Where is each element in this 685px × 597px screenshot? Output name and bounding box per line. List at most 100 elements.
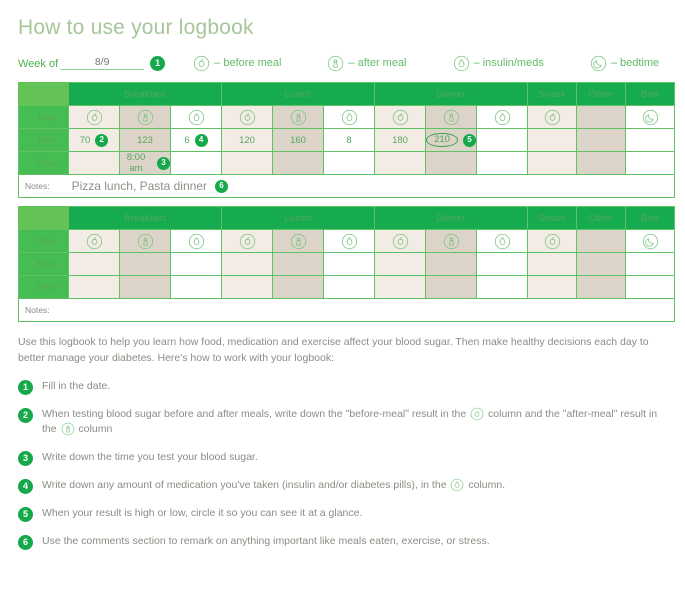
time-cell-1[interactable]: 8:00 am 3 xyxy=(119,151,171,176)
bedtime-icon xyxy=(590,55,607,72)
column-header-bed: Bed xyxy=(625,206,675,231)
time-cell-9[interactable] xyxy=(527,275,577,300)
table-time-row: Time xyxy=(18,275,675,300)
mon-cell-11[interactable] xyxy=(625,252,675,277)
time-cell-3[interactable] xyxy=(221,275,273,300)
mon-cell-1[interactable] xyxy=(119,252,171,277)
time-cell-7[interactable] xyxy=(425,151,477,176)
legend-item-before-meal: – before meal xyxy=(193,55,281,72)
after-meal-icon xyxy=(327,55,344,72)
step-badge-6: 6 xyxy=(18,535,33,551)
time-cell-4[interactable] xyxy=(272,275,324,300)
bedtime-icon xyxy=(642,233,658,249)
icon-cell-4 xyxy=(272,229,324,254)
week-of-input[interactable]: 8/9 xyxy=(60,56,145,71)
mon-cell-10[interactable] xyxy=(576,252,626,277)
mon-cell-5[interactable]: 8 xyxy=(323,128,375,153)
reading-value: 160 xyxy=(290,134,306,146)
mon-cell-3[interactable]: 120 xyxy=(221,128,273,153)
time-cell-11[interactable] xyxy=(625,151,675,176)
time-cell-8[interactable] xyxy=(476,275,528,300)
mon-cell-7[interactable]: 210 5 xyxy=(425,128,477,153)
after-meal-icon xyxy=(290,233,306,249)
callout-badge-1: 1 xyxy=(150,55,166,71)
step-5: 5 When your result is high or low, circle… xyxy=(18,506,667,523)
time-cell-7[interactable] xyxy=(425,275,477,300)
time-cell-10[interactable] xyxy=(576,275,626,300)
mon-cell-4[interactable] xyxy=(272,252,324,277)
time-cell-0[interactable] xyxy=(68,275,120,300)
time-cell-10[interactable] xyxy=(576,151,626,176)
icon-cell-8 xyxy=(476,229,528,254)
mon-cell-10[interactable] xyxy=(576,128,626,153)
time-cell-6[interactable] xyxy=(374,151,426,176)
mon-cell-11[interactable] xyxy=(625,128,675,153)
mon-cell-0[interactable]: 70 2 xyxy=(68,128,120,153)
time-cell-1[interactable] xyxy=(119,275,171,300)
time-cell-11[interactable] xyxy=(625,275,675,300)
time-cell-0[interactable] xyxy=(68,151,120,176)
mon-cell-3[interactable] xyxy=(221,252,273,277)
mon-cell-9[interactable] xyxy=(527,252,577,277)
meal-header-lunch: Lunch xyxy=(221,82,375,107)
empty-table: Breakfast Lunch Dinner Snack Other Bed Day Mon T… xyxy=(18,206,675,323)
time-cell-2[interactable] xyxy=(170,275,222,300)
icon-cell-7 xyxy=(425,229,477,254)
legend-label: – before meal xyxy=(214,57,282,70)
legend-label: – after meal xyxy=(348,57,407,70)
page-title: How to use your logbook xyxy=(18,16,254,39)
legend-item-bedtime: – bedtime xyxy=(590,55,659,72)
step-badge-3: 3 xyxy=(18,451,33,467)
meal-header-breakfast: Breakfast xyxy=(68,206,222,231)
step-2: 2 When testing blood sugar before and aft… xyxy=(18,407,667,439)
meal-header-breakfast: Breakfast xyxy=(68,82,222,107)
mon-cell-2[interactable] xyxy=(170,252,222,277)
mon-cell-9[interactable] xyxy=(527,128,577,153)
time-cell-8[interactable] xyxy=(476,151,528,176)
legend-row: Week of 8/9 1 – before meal – after meal –… xyxy=(18,52,667,74)
mon-cell-6[interactable]: 180 xyxy=(374,128,426,153)
notes-cell[interactable]: Notes: xyxy=(18,298,675,323)
time-cell-9[interactable] xyxy=(527,151,577,176)
mon-cell-8[interactable] xyxy=(476,128,528,153)
before-meal-icon xyxy=(239,233,255,249)
callout-badge-3: 3 xyxy=(157,156,170,170)
step-4: 4 Write down any amount of medication you… xyxy=(18,478,667,495)
icon-cell-9 xyxy=(527,105,577,130)
time-cell-5[interactable] xyxy=(323,151,375,176)
table-header-row: Breakfast Lunch Dinner Snack Other Bed xyxy=(18,206,675,231)
mon-cell-2[interactable]: 64 xyxy=(170,128,222,153)
mon-cell-1[interactable]: 123 xyxy=(119,128,171,153)
column-header-other: Other xyxy=(576,206,626,231)
time-cell-6[interactable] xyxy=(374,275,426,300)
reading-value: 180 xyxy=(392,134,408,146)
meal-header-dinner: Dinner xyxy=(374,206,528,231)
meal-header-lunch: Lunch xyxy=(221,206,375,231)
time-cell-2[interactable] xyxy=(170,151,222,176)
step-text-3: Write down the time you test your blood … xyxy=(42,451,258,464)
mon-cell-6[interactable] xyxy=(374,252,426,277)
notes-cell[interactable]: Notes: Pizza lunch, Pasta dinner 6 xyxy=(18,174,675,199)
time-cell-4[interactable] xyxy=(272,151,324,176)
mon-cell-0[interactable] xyxy=(68,252,120,277)
before-meal-icon xyxy=(392,109,408,125)
icon-cell-1 xyxy=(119,229,171,254)
week-of-field[interactable]: Week of 8/9 xyxy=(18,56,145,71)
mon-cell-4[interactable]: 160 xyxy=(272,128,324,153)
time-cell-3[interactable] xyxy=(221,151,273,176)
before-meal-icon xyxy=(86,109,102,125)
before-meal-icon xyxy=(86,233,102,249)
table-mon-row: Mon xyxy=(18,252,675,277)
filled-table: Breakfast Lunch Dinner Snack Other Bed Day Mon 7… xyxy=(18,82,675,199)
before-meal-icon xyxy=(239,109,255,125)
icon-cell-3 xyxy=(221,105,273,130)
mon-cell-5[interactable] xyxy=(323,252,375,277)
mon-cell-7[interactable] xyxy=(425,252,477,277)
notes-value: Pizza lunch, Pasta dinner xyxy=(71,179,207,194)
insulin-meds-icon xyxy=(341,109,357,125)
reading-value: 120 xyxy=(239,134,255,146)
mon-cell-8[interactable] xyxy=(476,252,528,277)
row-label-mon: Mon xyxy=(18,128,69,153)
time-cell-5[interactable] xyxy=(323,275,375,300)
week-of-label: Week of xyxy=(18,58,59,71)
